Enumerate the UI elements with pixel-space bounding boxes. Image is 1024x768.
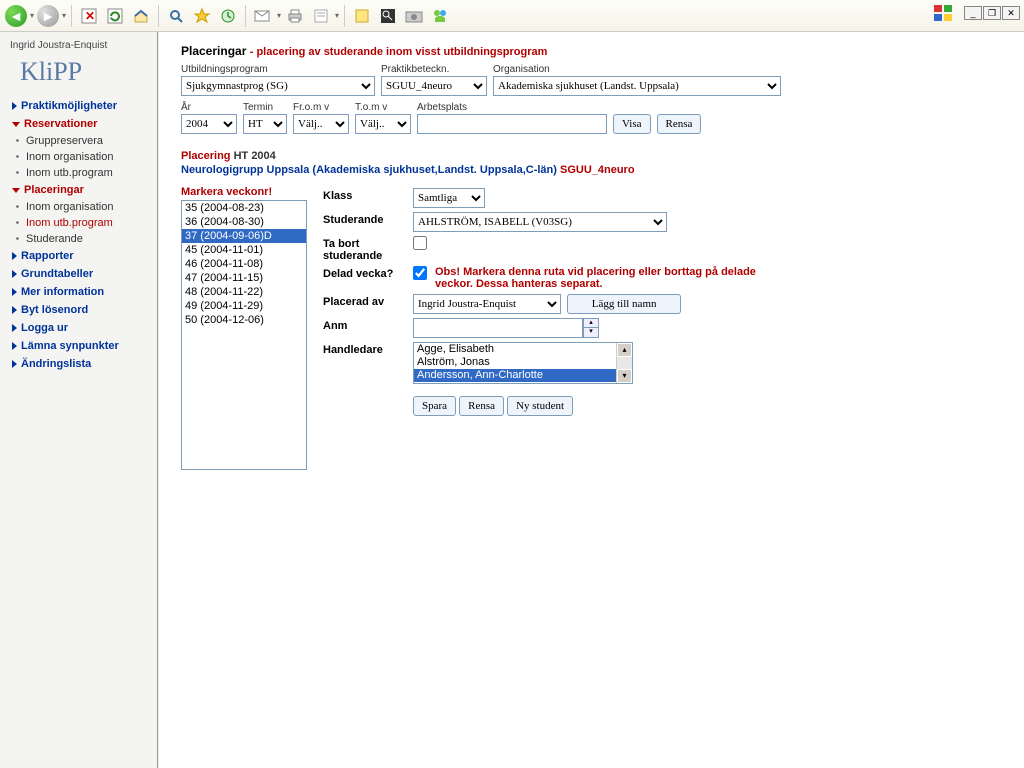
nav-reserv-inom-utb[interactable]: Inom utb.program (16, 165, 151, 181)
nav-reservationer[interactable]: Reservationer (6, 115, 151, 133)
sidebar: Ingrid Joustra-Enquist KliPP Praktikmöjl… (0, 32, 158, 768)
restore-button[interactable]: ❐ (983, 6, 1001, 20)
history-icon[interactable] (216, 4, 240, 28)
stop-icon[interactable]: ✕ (77, 4, 101, 28)
minimize-button[interactable]: _ (964, 6, 982, 20)
week-item[interactable]: 50 (2004-12-06) (182, 313, 306, 327)
nav-plac-studerande[interactable]: Studerande (16, 231, 151, 247)
refresh-icon[interactable] (103, 4, 127, 28)
org-line: Neurologigrupp Uppsala (Akademiska sjukh… (181, 164, 1006, 176)
delad-checkbox[interactable] (413, 266, 427, 280)
delad-warning: Obs! Markera denna ruta vid placering el… (435, 266, 795, 290)
forward-button[interactable]: ► (36, 4, 60, 28)
ar-select[interactable]: 2004 (181, 114, 237, 134)
laggtill-button[interactable]: Lägg till namn (567, 294, 681, 314)
rensa-button[interactable]: Rensa (657, 114, 702, 134)
nav-plac-inom-utb[interactable]: Inom utb.program (16, 215, 151, 231)
page-title: Placeringar - placering av studerande in… (181, 44, 1006, 58)
print-icon[interactable] (283, 4, 307, 28)
back-button[interactable]: ◄ (4, 4, 28, 28)
close-button[interactable]: ✕ (1002, 6, 1020, 20)
praktikbeteckn-select[interactable]: SGUU_4neuro (381, 76, 487, 96)
week-item[interactable]: 48 (2004-11-22) (182, 285, 306, 299)
rensa2-button[interactable]: Rensa (459, 396, 504, 416)
week-item[interactable]: 47 (2004-11-15) (182, 271, 306, 285)
nav-loggaur[interactable]: Logga ur (6, 319, 151, 337)
studerande-select[interactable]: AHLSTRÖM, ISABELL (V03SG) (413, 212, 667, 232)
windows-logo-icon (933, 4, 955, 22)
main-content: Placeringar - placering av studerande in… (158, 32, 1024, 768)
termin-select[interactable]: HT (243, 114, 287, 134)
tom-select[interactable]: Välj.. (355, 114, 411, 134)
visa-button[interactable]: Visa (613, 114, 651, 134)
camera-icon[interactable] (402, 4, 426, 28)
home-icon[interactable] (129, 4, 153, 28)
handledare-list[interactable]: Agge, ElisabethAlström, JonasAndersson, … (413, 342, 633, 384)
week-item[interactable]: 49 (2004-11-29) (182, 299, 306, 313)
week-item[interactable]: 36 (2004-08-30) (182, 215, 306, 229)
week-item[interactable]: 35 (2004-08-23) (182, 201, 306, 215)
messenger-icon[interactable] (428, 4, 452, 28)
mail-icon[interactable] (251, 4, 275, 28)
week-item[interactable]: 37 (2004-09-06)D (182, 229, 306, 243)
nystudent-button[interactable]: Ny student (507, 396, 573, 416)
utbildningsprogram-select[interactable]: Sjukgymnastprog (SG) (181, 76, 375, 96)
anm-spinner[interactable]: ▴▾ (583, 318, 599, 338)
nav-grundtabeller[interactable]: Grundtabeller (6, 265, 151, 283)
markera-label: Markera veckonr! (181, 186, 307, 198)
nav-merinfo[interactable]: Mer information (6, 283, 151, 301)
favorites-icon[interactable] (190, 4, 214, 28)
klass-select[interactable]: Samtliga (413, 188, 485, 208)
placering-heading: Placering HT 2004 (181, 150, 1006, 162)
app-logo: KliPP (20, 57, 151, 87)
search-icon[interactable] (164, 4, 188, 28)
week-item[interactable]: 46 (2004-11-08) (182, 257, 306, 271)
nav-bytlosen[interactable]: Byt lösenord (6, 301, 151, 319)
organisation-select[interactable]: Akademiska sjukhuset (Landst. Uppsala) (493, 76, 781, 96)
placerad-select[interactable]: Ingrid Joustra-Enquist (413, 294, 561, 314)
nav-gruppreservera[interactable]: Gruppreservera (16, 133, 151, 149)
nav-plac-inom-org[interactable]: Inom organisation (16, 199, 151, 215)
browser-toolbar: ◄ ▾ ► ▾ ✕ ▾ ▾ _ ❐ ✕ (0, 0, 1024, 32)
nav-reserv-inom-org[interactable]: Inom organisation (16, 149, 151, 165)
handledare-item[interactable]: Alström, Jonas (414, 356, 632, 369)
handledare-item[interactable]: Andersson, Ann-Charlotte (414, 369, 632, 382)
spara-button[interactable]: Spara (413, 396, 456, 416)
nav-praktikmojligheter[interactable]: Praktikmöjligheter (6, 97, 151, 115)
nav-placeringar[interactable]: Placeringar (6, 181, 151, 199)
nav-lamna[interactable]: Lämna synpunkter (6, 337, 151, 355)
username: Ingrid Joustra-Enquist (10, 40, 151, 51)
research-icon[interactable] (376, 4, 400, 28)
nav-rapporter[interactable]: Rapporter (6, 247, 151, 265)
week-list[interactable]: 35 (2004-08-23)36 (2004-08-30)37 (2004-0… (181, 200, 307, 470)
arbetsplats-input[interactable] (417, 114, 607, 134)
handledare-item[interactable]: Agge, Elisabeth (414, 343, 632, 356)
from-select[interactable]: Välj.. (293, 114, 349, 134)
edit-icon[interactable] (309, 4, 333, 28)
week-item[interactable]: 45 (2004-11-01) (182, 243, 306, 257)
anm-input[interactable] (413, 318, 583, 338)
note-icon[interactable] (350, 4, 374, 28)
svg-text:✕: ✕ (85, 9, 95, 23)
tabort-checkbox[interactable] (413, 236, 427, 250)
nav-andring[interactable]: Ändringslista (6, 355, 151, 373)
